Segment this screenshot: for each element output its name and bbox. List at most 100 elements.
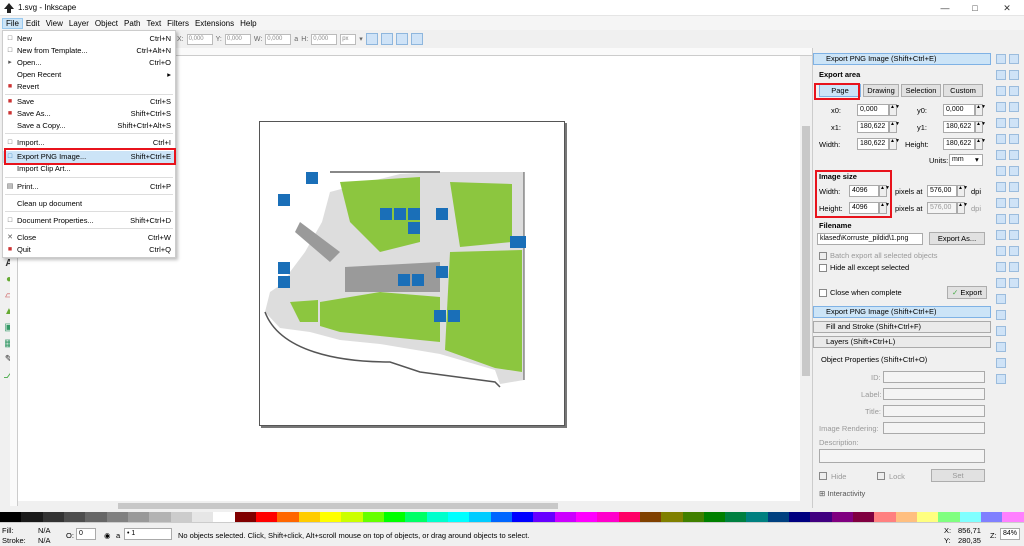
layer-visibility-icon[interactable]: ◉ bbox=[104, 531, 111, 540]
dock-tab-fill-stroke[interactable]: Fill and Stroke (Shift+Ctrl+F) bbox=[813, 321, 991, 333]
x0-input[interactable]: 0,000 bbox=[857, 104, 889, 116]
snap-bbox-icon[interactable] bbox=[1009, 70, 1019, 80]
vertical-scrollbar[interactable] bbox=[800, 56, 812, 501]
dock-tab-export[interactable]: Export PNG Image (Shift+Ctrl+E) bbox=[813, 306, 991, 318]
y-input[interactable]: 0,000 bbox=[224, 33, 251, 45]
document-page[interactable] bbox=[259, 121, 565, 426]
snap-smooth-icon[interactable] bbox=[1009, 214, 1019, 224]
h-input[interactable]: 0,000 bbox=[311, 33, 338, 45]
filename-input[interactable]: klased\Korruste_pildid\1.png bbox=[817, 233, 923, 245]
snap-grid-icon[interactable] bbox=[1009, 246, 1019, 256]
snap-guide-icon[interactable] bbox=[1009, 262, 1019, 272]
close-when-complete-checkbox[interactable] bbox=[819, 289, 827, 297]
snap-center-icon[interactable] bbox=[1009, 134, 1019, 144]
chevron-down-icon[interactable]: ▾ bbox=[359, 35, 363, 43]
menu-text[interactable]: Text bbox=[144, 19, 165, 28]
x-input[interactable]: 0,000 bbox=[186, 33, 213, 45]
snap-others-icon[interactable] bbox=[1009, 278, 1019, 288]
snap-nodes-icon[interactable] bbox=[1009, 150, 1019, 160]
scale-corners-toggle-icon[interactable] bbox=[380, 33, 393, 45]
text-font-icon[interactable] bbox=[996, 310, 1006, 320]
x1-input[interactable]: 180,622 bbox=[857, 121, 889, 133]
w-input[interactable]: 0,000 bbox=[265, 33, 292, 45]
snap-intersection-icon[interactable] bbox=[1009, 182, 1019, 192]
opacity-input[interactable]: 0 bbox=[76, 528, 96, 540]
snap-midpoint-icon[interactable] bbox=[1009, 118, 1019, 128]
dpi-spinner[interactable]: ▲▼ bbox=[957, 185, 968, 197]
area-height-input[interactable]: 180,622 bbox=[943, 138, 975, 150]
move-gradients-toggle-icon[interactable] bbox=[395, 33, 408, 45]
import-icon[interactable] bbox=[996, 118, 1006, 128]
print-icon[interactable] bbox=[996, 102, 1006, 112]
align-icon[interactable] bbox=[996, 358, 1006, 368]
snap-edge-icon[interactable] bbox=[1009, 86, 1019, 96]
zoom-input[interactable]: 84% bbox=[1000, 528, 1020, 540]
duplicate-icon[interactable] bbox=[996, 230, 1006, 240]
snap-corner-icon[interactable] bbox=[1009, 102, 1019, 112]
y0-input[interactable]: 0,000 bbox=[943, 104, 975, 116]
redo-icon[interactable] bbox=[996, 166, 1006, 176]
export-panel-tab[interactable]: Export PNG Image (Shift+Ctrl+E) bbox=[813, 53, 991, 65]
snap-cusp-icon[interactable] bbox=[1009, 198, 1019, 208]
x0-spinner[interactable]: ▲▼ bbox=[889, 104, 900, 116]
menu-item-print[interactable]: ▤ Print... Ctrl+P bbox=[3, 181, 175, 193]
group-icon[interactable] bbox=[996, 262, 1006, 272]
batch-export-checkbox[interactable] bbox=[819, 252, 827, 260]
menu-extensions[interactable]: Extensions bbox=[192, 19, 237, 28]
undo-icon[interactable] bbox=[996, 150, 1006, 160]
menu-layer[interactable]: Layer bbox=[66, 19, 92, 28]
unit-select[interactable]: px bbox=[340, 33, 357, 45]
layer-lock-icon[interactable]: a bbox=[116, 531, 120, 540]
save-icon[interactable] bbox=[996, 86, 1006, 96]
drawing-button[interactable]: Drawing bbox=[863, 84, 899, 97]
clone-icon[interactable] bbox=[996, 246, 1006, 256]
menu-item-open-recent[interactable]: Open Recent ▸ bbox=[3, 69, 175, 81]
snap-page-icon[interactable] bbox=[1009, 230, 1019, 240]
menu-item-new[interactable]: □ New Ctrl+N bbox=[3, 33, 175, 45]
export-button[interactable]: ✓ Export bbox=[947, 286, 987, 299]
horizontal-scroll-thumb[interactable] bbox=[118, 503, 558, 509]
dock-tab-layers[interactable]: Layers (Shift+Ctrl+L) bbox=[813, 336, 991, 348]
horizontal-scrollbar[interactable] bbox=[18, 501, 803, 511]
vertical-scroll-thumb[interactable] bbox=[802, 126, 810, 376]
preferences-icon[interactable] bbox=[996, 374, 1006, 384]
dpi-input[interactable]: 576,00 bbox=[927, 185, 957, 197]
menu-item-open[interactable]: ▸ Open... Ctrl+O bbox=[3, 57, 175, 69]
menu-view[interactable]: View bbox=[43, 19, 66, 28]
export-as-button[interactable]: Export As... bbox=[929, 232, 985, 245]
menu-item-revert[interactable]: ■ Revert bbox=[3, 81, 175, 93]
selection-button[interactable]: Selection bbox=[901, 84, 941, 97]
menu-item-save-copy[interactable]: Save a Copy... Shift+Ctrl+Alt+S bbox=[3, 120, 175, 132]
snap-toggle-icon[interactable] bbox=[1009, 54, 1019, 64]
scale-stroke-toggle-icon[interactable] bbox=[365, 33, 378, 45]
menu-item-quit[interactable]: ■ Quit Ctrl+Q bbox=[3, 244, 175, 256]
open-icon[interactable] bbox=[996, 70, 1006, 80]
ungroup-icon[interactable] bbox=[996, 278, 1006, 288]
menu-help[interactable]: Help bbox=[237, 19, 259, 28]
menu-object[interactable]: Object bbox=[92, 19, 121, 28]
area-width-input[interactable]: 180,622 bbox=[857, 138, 889, 150]
y1-input[interactable]: 180,622 bbox=[943, 121, 975, 133]
snap-paths-icon[interactable] bbox=[1009, 166, 1019, 176]
interactivity-expander[interactable]: ⊞ Interactivity bbox=[819, 489, 865, 498]
menu-path[interactable]: Path bbox=[121, 19, 143, 28]
export-icon[interactable] bbox=[996, 134, 1006, 144]
area-width-spinner[interactable]: ▲▼ bbox=[889, 138, 900, 150]
menu-item-close[interactable]: ✕ Close Ctrl+W bbox=[3, 232, 175, 244]
minimize-button[interactable]: — bbox=[930, 0, 960, 16]
move-patterns-toggle-icon[interactable] bbox=[410, 33, 423, 45]
menu-item-save-as[interactable]: ■ Save As... Shift+Ctrl+S bbox=[3, 108, 175, 120]
menu-item-new-from-template[interactable]: □ New from Template... Ctrl+Alt+N bbox=[3, 45, 175, 57]
zoom-icon[interactable] bbox=[996, 214, 1006, 224]
menu-file[interactable]: File bbox=[2, 17, 23, 29]
new-doc-icon[interactable] bbox=[996, 54, 1006, 64]
hide-all-checkbox[interactable] bbox=[819, 264, 827, 272]
x1-spinner[interactable]: ▲▼ bbox=[889, 121, 900, 133]
paste-icon[interactable] bbox=[996, 198, 1006, 208]
area-height-spinner[interactable]: ▲▼ bbox=[975, 138, 986, 150]
menu-item-clean-up[interactable]: Clean up document bbox=[3, 198, 175, 210]
lock-icon[interactable]: a bbox=[294, 36, 298, 43]
y1-spinner[interactable]: ▲▼ bbox=[975, 121, 986, 133]
xml-editor-icon[interactable] bbox=[996, 342, 1006, 352]
menu-filters[interactable]: Filters bbox=[164, 19, 192, 28]
